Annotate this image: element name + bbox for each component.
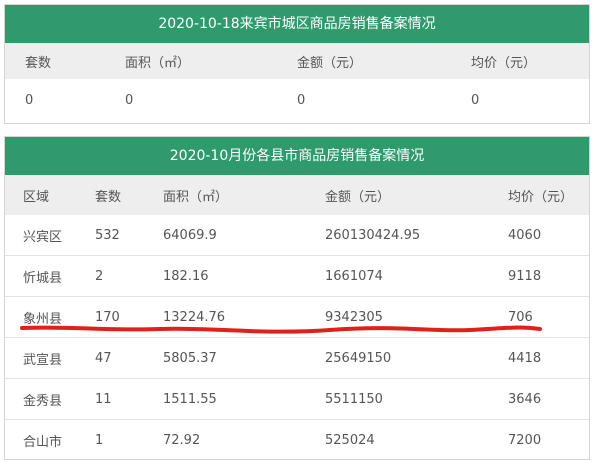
area-value: 182.16 (163, 268, 209, 284)
city-table-header-row: 套数 面积（㎡） 金额（元） 均价（元） (5, 43, 589, 79)
avg-price-value: 4060 (508, 227, 542, 243)
header-region: 区域 (23, 189, 50, 205)
county-sales-panel: 2020-10月份各县市商品房销售备案情况 区域 套数 面积（㎡） 金额（元） … (4, 136, 590, 460)
value-avg-price: 0 (471, 92, 480, 108)
value-area: 0 (125, 92, 134, 108)
header-units: 套数 (95, 189, 122, 205)
amount-value: 525024 (325, 432, 375, 448)
table-row: 象州县 170 13224.76 9342305 706 (5, 296, 589, 337)
header-amount: 金额（元） (297, 55, 363, 71)
county-table-header-row: 区域 套数 面积（㎡） 金额（元） 均价（元） (5, 175, 589, 215)
header-units: 套数 (25, 55, 52, 71)
avg-price-value: 7200 (508, 432, 542, 448)
header-avg-price: 均价（元） (508, 189, 574, 205)
table-row: 忻城县 2 182.16 1661074 9118 (5, 255, 589, 296)
city-sales-title: 2020-10-18来宾市城区商品房销售备案情况 (5, 5, 589, 43)
units-value: 532 (95, 227, 120, 243)
amount-value: 260130424.95 (325, 227, 421, 243)
table-row: 合山市 1 72.92 525024 7200 (5, 419, 589, 460)
region-name: 武宣县 (23, 352, 63, 368)
area-value: 64069.9 (163, 227, 217, 243)
area-value: 1511.55 (163, 391, 217, 407)
avg-price-value: 706 (508, 309, 533, 325)
units-value: 170 (95, 309, 120, 325)
avg-price-value: 4418 (508, 350, 542, 366)
header-area: 面积（㎡） (125, 55, 191, 71)
region-name: 金秀县 (23, 393, 63, 409)
value-amount: 0 (297, 92, 306, 108)
units-value: 11 (95, 391, 112, 407)
area-value: 72.92 (163, 432, 201, 448)
units-value: 1 (95, 432, 104, 448)
header-amount: 金额（元） (325, 189, 391, 205)
region-name: 象州县 (23, 311, 63, 327)
avg-price-value: 9118 (508, 268, 542, 284)
avg-price-value: 3646 (508, 391, 542, 407)
header-area: 面积（㎡） (163, 189, 229, 205)
region-name: 合山市 (23, 434, 63, 450)
table-row: 金秀县 11 1511.55 5511150 3646 (5, 378, 589, 419)
table-row: 兴宾区 532 64069.9 260130424.95 4060 (5, 215, 589, 255)
table-row: 武宣县 47 5805.37 25649150 4418 (5, 337, 589, 378)
city-sales-panel: 2020-10-18来宾市城区商品房销售备案情况 套数 面积（㎡） 金额（元） … (4, 4, 590, 124)
amount-value: 25649150 (325, 350, 392, 366)
header-avg-price: 均价（元） (471, 55, 537, 71)
units-value: 47 (95, 350, 112, 366)
amount-value: 9342305 (325, 309, 383, 325)
amount-value: 5511150 (325, 391, 383, 407)
value-units: 0 (25, 92, 34, 108)
county-sales-title: 2020-10月份各县市商品房销售备案情况 (5, 137, 589, 175)
area-value: 13224.76 (163, 309, 226, 325)
amount-value: 1661074 (325, 268, 383, 284)
area-value: 5805.37 (163, 350, 217, 366)
city-table-row: 0 0 0 0 (5, 79, 589, 121)
units-value: 2 (95, 268, 104, 284)
region-name: 忻城县 (23, 270, 63, 286)
region-name: 兴宾区 (23, 229, 63, 245)
